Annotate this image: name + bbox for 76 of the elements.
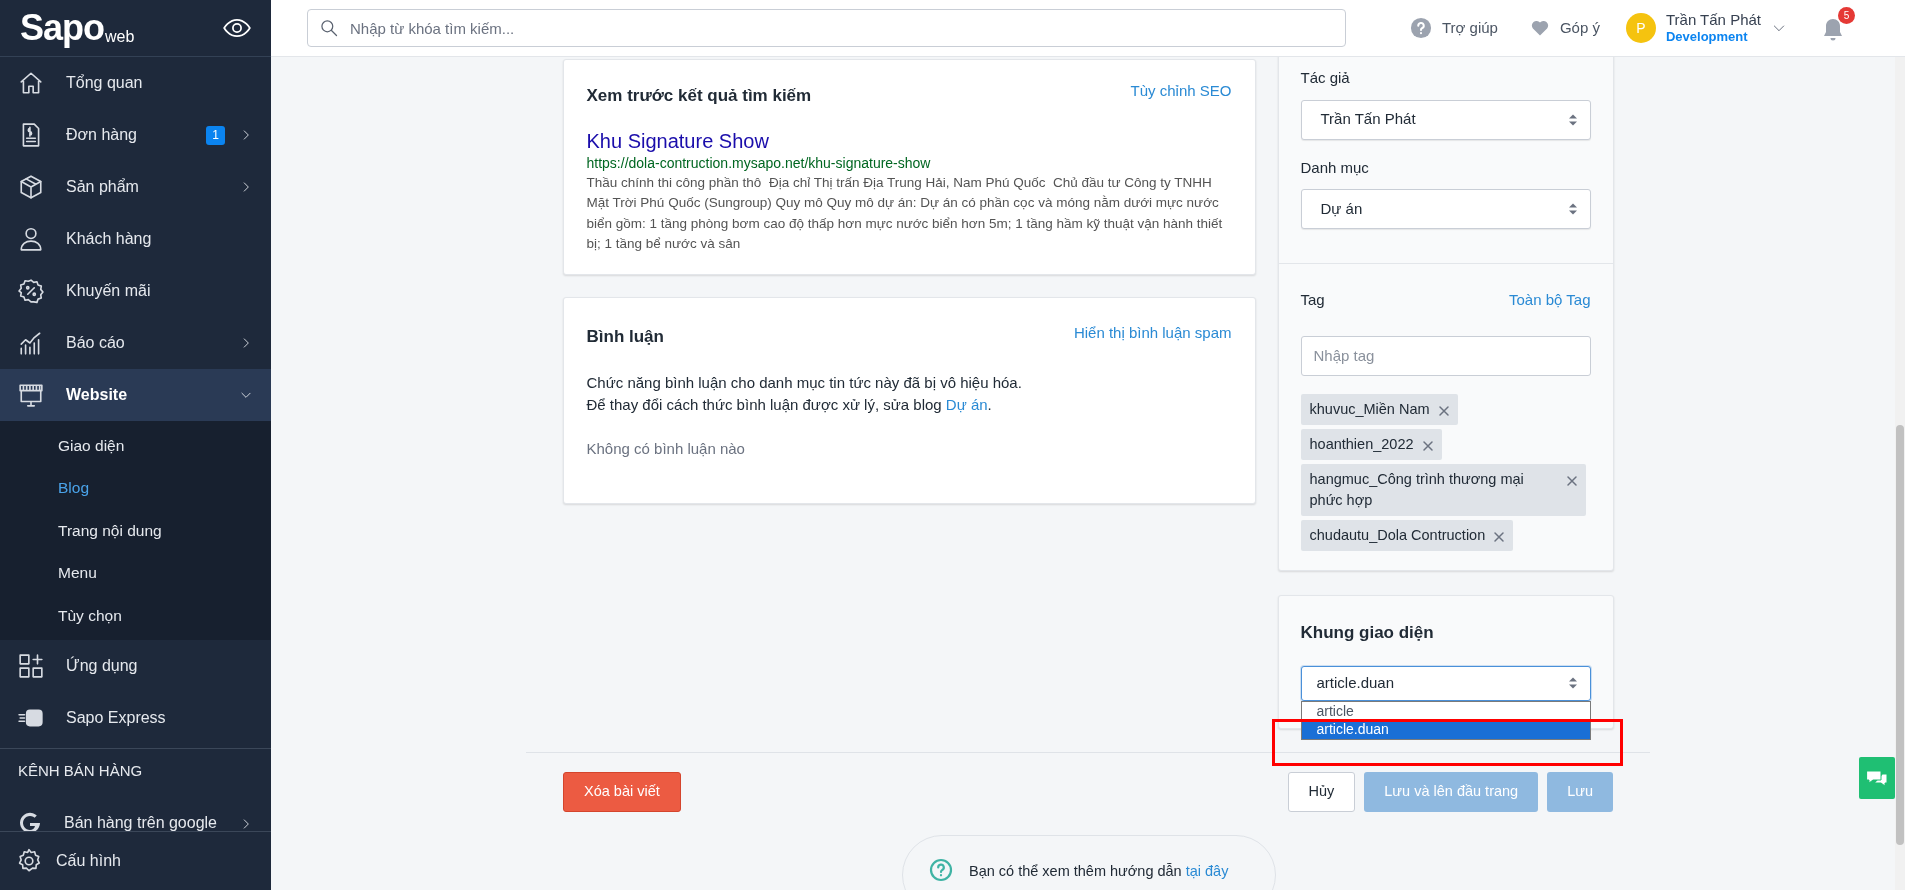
all-tags-link[interactable]: Toàn bộ Tag [1509, 289, 1591, 312]
result-description: Thầu chính thi công phần thô Địa chỉ Thị trấn Địa Trung Hải, Nam Phú Quốc Chủ đầu tư Công ty TNHH Mặt Trời Phú Quốc (Sungroup) Quy mô Quy mô dự án: Dự án có phần cọc và móng nằm dưới mực nước biển gồm: 1 tầng phòng bơm cao độ thấp hơn mực nước biển hơn 5m; 1 tầng hầm kỹ thuật vận hành thiết bị; 1 tầng bể nước và sân [586, 173, 1224, 253]
user-icon [18, 226, 44, 252]
tag-chip: khuvuc_Miền Nam [1300, 393, 1458, 425]
help-icon [1409, 17, 1432, 39]
sort-icon [1567, 202, 1578, 216]
nav-item[interactable]: Khách hàng [0, 213, 271, 265]
nav-item[interactable]: Đơn hàng 1 [0, 109, 271, 161]
submenu-item[interactable]: Blog [0, 466, 271, 509]
author-select[interactable]: Trần Tấn Phát [1300, 99, 1591, 140]
tag-input[interactable]: Nhập tag [1300, 335, 1591, 376]
bell-icon [1821, 17, 1845, 43]
sort-icon [1567, 676, 1578, 690]
home-icon [18, 70, 44, 96]
field-label: Danh mục [1300, 157, 1370, 178]
notification-button[interactable]: 5 [1821, 7, 1855, 47]
help-text: Bạn có thể xem thêm hướng dẫn tại đây [969, 862, 1229, 881]
tag-chip: hoanthien_2022 [1300, 428, 1442, 460]
heart-icon [1529, 18, 1550, 38]
avatar: P [1625, 13, 1656, 43]
tag-chip: chudautu_Dola Contruction [1300, 519, 1514, 551]
search-field[interactable]: Nhập từ khóa tìm kiếm... [307, 9, 1346, 47]
nav-item[interactable]: Bán hàng trên google [0, 794, 271, 831]
category-select[interactable]: Dự án [1300, 189, 1591, 229]
nav-item[interactable]: Website [0, 369, 271, 421]
logo-suffix: web [105, 28, 135, 46]
nav-item[interactable]: Ứng dụng [0, 639, 271, 692]
nav-item[interactable]: Cấu hình [0, 830, 271, 890]
close-icon [1421, 439, 1434, 452]
scrollbar-thumb[interactable] [1896, 425, 1904, 845]
close-icon [1565, 474, 1578, 487]
card-title: Khung giao diện [1300, 622, 1435, 644]
seo-link[interactable]: Tùy chỉnh SEO [1130, 80, 1232, 103]
percent-badge-icon [18, 278, 44, 304]
result-url: https://dola-contruction.mysapo.net/khu-signature-show [586, 153, 932, 173]
sort-icon [1567, 112, 1578, 127]
nav-item[interactable]: Sản phẩm [0, 161, 271, 213]
box-icon [18, 174, 44, 200]
nav-item[interactable]: Khuyến mãi [0, 265, 271, 317]
nav-item[interactable]: Sapo Express [0, 691, 271, 744]
submenu-item[interactable]: Tùy chọn [0, 594, 271, 637]
cancel-button[interactable]: Hủy [1287, 772, 1356, 812]
search-icon [319, 18, 339, 38]
settings-icon [16, 847, 42, 874]
submenu-item[interactable]: Giao diện [0, 424, 271, 467]
help-icon [929, 858, 953, 882]
g-logo-icon [18, 810, 42, 831]
hint-text: Để thay đổi cách thức bình luận được xử lý, sửa blog Dự án. [586, 394, 993, 415]
layout-select[interactable]: article.duan [1300, 665, 1591, 701]
nav-item[interactable]: Tổng quan [0, 57, 271, 109]
notification-count: 5 [1838, 7, 1855, 24]
notice-text: Chức năng bình luận cho danh mục tin tức này đã bị vô hiệu hóa. [586, 372, 1023, 393]
user-name: Trần Tấn Phát [1665, 11, 1761, 28]
field-label: Tag [1300, 290, 1325, 310]
apps-icon [18, 652, 44, 679]
section-heading: KÊNH BÁN HÀNG [17, 761, 144, 782]
close-icon [1437, 404, 1450, 417]
result-title: Khu Signature Show [586, 128, 770, 153]
storefront-icon [18, 382, 44, 408]
count-badge: 1 [206, 125, 225, 145]
card-title: Bình luận [586, 326, 664, 348]
nav-item[interactable]: Báo cáo [0, 317, 271, 369]
tag-chip: hangmuc_Công trình thương mại phức hợp [1300, 463, 1586, 516]
blog-link[interactable]: Dự án [945, 395, 988, 413]
help-link[interactable]: Trợ giúp [1409, 16, 1498, 40]
field-label: Tác giả [1300, 68, 1351, 88]
submenu-item[interactable]: Menu [0, 551, 271, 594]
submenu-item[interactable]: Trang nội dung [0, 509, 271, 552]
dropdown-option[interactable]: article [1301, 701, 1590, 720]
empty-text: Không có bình luận nào [586, 438, 746, 459]
feedback-link[interactable]: Góp ý [1529, 16, 1600, 40]
close-icon [1493, 530, 1506, 543]
spam-link[interactable]: Hiển thị bình luận spam [1073, 322, 1232, 345]
logo-text: Sapo [20, 10, 104, 46]
card-title: Xem trước kết quả tìm kiếm [586, 85, 812, 107]
user-role: Development [1665, 28, 1749, 45]
